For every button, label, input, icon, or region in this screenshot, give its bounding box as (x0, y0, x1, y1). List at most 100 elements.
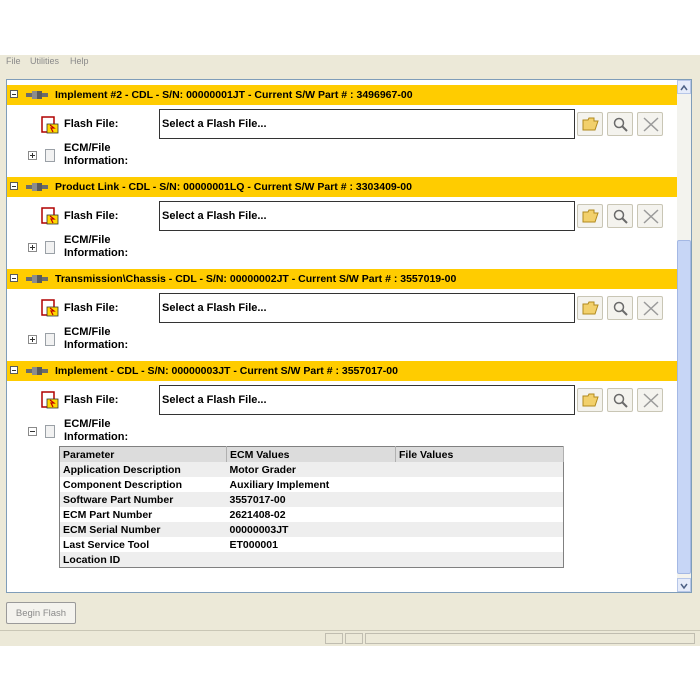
x-icon (643, 209, 659, 224)
flash-program-window: File Utilities Help Implement #2 - CDL -… (0, 55, 700, 646)
browse-button[interactable] (577, 112, 603, 136)
file-value-cell (395, 492, 564, 507)
flash-file-input[interactable]: Select a Flash File... (159, 385, 575, 415)
connector-icon (26, 275, 48, 283)
flash-file-icon (41, 391, 59, 409)
magnifier-icon (613, 301, 628, 316)
column-header-ecm-values: ECM Values (226, 446, 396, 462)
parameter-cell: Software Part Number (59, 492, 227, 507)
file-value-cell (395, 462, 564, 477)
flash-file-input[interactable]: Select a Flash File... (159, 109, 575, 139)
ecm-info-expander[interactable] (28, 335, 37, 344)
file-value-cell (395, 552, 564, 568)
x-icon (643, 393, 659, 408)
collapse-toggle[interactable] (10, 366, 18, 374)
x-icon (643, 301, 659, 316)
ecm-value-cell: 3557017-00 (226, 492, 396, 507)
table-row: Last Service Tool ET000001 (60, 537, 564, 552)
ecm-value-cell: Motor Grader (226, 462, 396, 477)
flash-file-icon (41, 299, 59, 317)
flash-file-icon (41, 116, 59, 134)
section-title: Transmission\Chassis - CDL - S/N: 000000… (55, 273, 457, 285)
search-button[interactable] (607, 296, 633, 320)
section-header-implement-2[interactable]: Implement #2 - CDL - S/N: 00000001JT - C… (7, 85, 677, 105)
document-icon (45, 241, 55, 254)
status-pane (325, 633, 343, 644)
ecm-file-info-label: ECM/File Information: (64, 418, 129, 443)
folder-open-icon (582, 393, 599, 407)
menu-help[interactable]: Help (70, 56, 89, 66)
ecm-info-table: Parameter ECM Values File Values Applica… (59, 446, 564, 568)
vertical-scrollbar[interactable] (677, 80, 691, 592)
magnifier-icon (613, 209, 628, 224)
collapse-toggle[interactable] (10, 90, 18, 98)
browse-button[interactable] (577, 388, 603, 412)
ecm-file-info-label: ECM/File Information: (64, 142, 129, 167)
folder-open-icon (582, 209, 599, 223)
ecm-value-cell: 00000003JT (226, 522, 396, 537)
scroll-down-button[interactable] (677, 578, 691, 592)
ecm-list-panel: Implement #2 - CDL - S/N: 00000001JT - C… (6, 79, 692, 593)
flash-file-label: Flash File: (64, 302, 119, 314)
table-row: Component Description Auxiliary Implemen… (60, 477, 564, 492)
connector-icon (26, 367, 48, 375)
flash-file-icon (41, 207, 59, 225)
menu-utilities[interactable]: Utilities (30, 56, 59, 66)
ecm-info-collapser[interactable] (28, 427, 37, 436)
section-title: Implement #2 - CDL - S/N: 00000001JT - C… (55, 89, 413, 101)
flash-file-label: Flash File: (64, 118, 119, 130)
status-bar (0, 630, 700, 646)
magnifier-icon (613, 117, 628, 132)
file-value-cell (395, 522, 564, 537)
section-title: Product Link - CDL - S/N: 00000001LQ - C… (55, 181, 412, 193)
parameter-cell: Location ID (59, 552, 227, 568)
flash-file-input[interactable]: Select a Flash File... (159, 293, 575, 323)
parameter-cell: Component Description (63, 478, 183, 491)
document-icon (45, 333, 55, 346)
parameter-cell: ECM Serial Number (59, 522, 227, 537)
status-pane (345, 633, 363, 644)
flash-file-input[interactable]: Select a Flash File... (159, 201, 575, 231)
search-button[interactable] (607, 204, 633, 228)
clear-button[interactable] (637, 388, 663, 412)
clear-button[interactable] (637, 204, 663, 228)
table-row: Application Description Motor Grader (59, 462, 564, 477)
section-title: Implement - CDL - S/N: 00000003JT - Curr… (55, 365, 398, 377)
ecm-list-content: Implement #2 - CDL - S/N: 00000001JT - C… (7, 80, 677, 592)
parameter-cell: Application Description (59, 462, 227, 477)
section-header-product-link[interactable]: Product Link - CDL - S/N: 00000001LQ - C… (7, 177, 677, 197)
ecm-value-cell (226, 552, 396, 568)
ecm-info-expander[interactable] (28, 243, 37, 252)
collapse-toggle[interactable] (10, 274, 18, 282)
column-header-parameter: Parameter (59, 446, 227, 462)
table-header-row: Parameter ECM Values File Values (59, 446, 564, 462)
begin-flash-button[interactable]: Begin Flash (6, 602, 76, 624)
ecm-file-info-label: ECM/File Information: (64, 234, 129, 259)
chevron-up-icon (680, 84, 688, 91)
menubar: File Utilities Help (0, 55, 700, 71)
scroll-up-button[interactable] (677, 80, 691, 94)
search-button[interactable] (607, 388, 633, 412)
folder-open-icon (582, 301, 599, 315)
document-icon (45, 149, 55, 162)
clear-button[interactable] (637, 112, 663, 136)
magnifier-icon (613, 393, 628, 408)
column-header-file-values: File Values (395, 446, 564, 462)
browse-button[interactable] (577, 296, 603, 320)
collapse-toggle[interactable] (10, 182, 18, 190)
section-header-transmission-chassis[interactable]: Transmission\Chassis - CDL - S/N: 000000… (7, 269, 677, 289)
file-value-cell (396, 537, 564, 552)
folder-open-icon (582, 117, 599, 131)
scroll-thumb[interactable] (677, 240, 691, 574)
section-header-implement[interactable]: Implement - CDL - S/N: 00000003JT - Curr… (7, 361, 677, 381)
clear-button[interactable] (637, 296, 663, 320)
chevron-down-icon (680, 583, 688, 590)
table-row: ECM Serial Number 00000003JT (59, 522, 564, 537)
flash-file-label: Flash File: (64, 210, 119, 222)
menu-file[interactable]: File (6, 56, 21, 66)
ecm-info-expander[interactable] (28, 151, 37, 160)
table-row: Software Part Number 3557017-00 (59, 492, 564, 507)
search-button[interactable] (607, 112, 633, 136)
browse-button[interactable] (577, 204, 603, 228)
ecm-value-cell: ET000001 (229, 538, 278, 551)
